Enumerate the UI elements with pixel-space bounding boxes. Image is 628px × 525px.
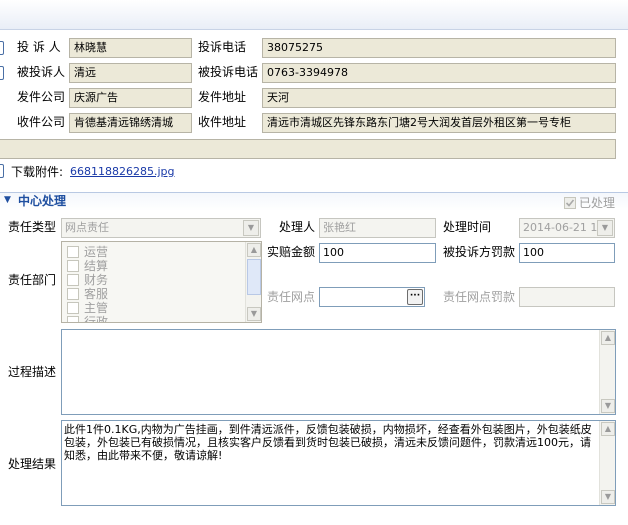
result-scrollbar[interactable]: ▲ ▼ [599,421,615,505]
scroll-up-icon[interactable]: ▲ [247,243,261,257]
complaint-phone-field[interactable]: 38075275 [262,38,616,58]
compensation-label: 实赔金额 [267,245,316,259]
respondent-phone-field[interactable]: 0763-3394978 [262,63,616,83]
handler-field[interactable]: 张艳红 [319,218,436,238]
resp-type-label: 责任类型 [8,220,57,234]
dept-checkbox[interactable] [67,260,79,272]
complaint-phone-label: 投诉电话 [198,40,247,54]
result-text: 此件1件0.1KG,内物为广告挂画，到件清远派件，反馈包装破损，内物损坏，经查看… [64,423,592,462]
remarks-field[interactable] [0,139,616,159]
scroll-down-icon[interactable]: ▼ [247,307,261,321]
point-fine-label: 责任网点罚款 [443,290,516,304]
result-label: 处理结果 [8,457,57,471]
scrollbar-thumb[interactable] [247,259,261,295]
window-header [0,0,628,30]
time-value: 2014-06-21 1 [523,221,598,234]
scroll-up-icon[interactable]: ▲ [601,422,615,436]
dept-label: 责任部门 [8,273,57,287]
handler-label: 处理人 [279,220,316,234]
dept-checkbox[interactable] [67,302,79,314]
dept-item: 行政 [84,315,109,323]
respondent-field[interactable]: 清远 [69,63,192,83]
receiver-company-label: 收件公司 [17,115,66,129]
attachment-link[interactable]: 668118826285.jpg [70,163,175,181]
result-textarea[interactable]: 此件1件0.1KG,内物为广告挂画，到件清远派件，反馈包装破损，内物损坏，经查看… [61,420,616,506]
processed-label: 已处理 [579,196,616,210]
process-desc-scrollbar[interactable]: ▲ ▼ [599,330,615,414]
complainant-field[interactable]: 林晓慧 [69,38,192,58]
resp-type-select[interactable]: 网点责任 ▼ [61,218,261,238]
resp-point-label: 责任网点 [267,290,316,304]
section-header [0,192,628,211]
dept-checkbox[interactable] [67,288,79,300]
time-field[interactable]: 2014-06-21 1 ▼ [519,218,615,238]
scroll-up-icon[interactable]: ▲ [601,331,615,345]
chevron-down-icon[interactable]: ▼ [597,220,613,236]
receiver-address-field[interactable]: 清远市清城区先锋东路东门塘2号大润发首层外租区第一号专柜 [262,113,616,133]
dept-checkbox[interactable] [67,316,79,322]
receiver-address-label: 收件地址 [198,115,247,129]
sender-address-field[interactable]: 天河 [262,88,616,108]
edge-button-3[interactable] [0,164,4,178]
department-list[interactable]: 运营 结算 财务 客服 主管 行政 ▲ ▼ [61,241,262,323]
resp-point-field[interactable]: ··· [319,287,425,307]
sender-company-label: 发件公司 [17,90,66,104]
receiver-company-field[interactable]: 肯德基清远锦绣清城 [69,113,192,133]
complainant-label: 投 诉 人 [17,40,61,54]
collapse-arrow-icon[interactable]: ▼ [4,195,11,205]
section-title: 中心处理 [18,194,67,208]
processed-checkbox[interactable] [564,197,576,209]
resp-type-value: 网点责任 [65,221,109,234]
point-fine-field[interactable] [519,287,615,307]
sender-address-label: 发件地址 [198,90,247,104]
sender-company-field[interactable]: 庆源广告 [69,88,192,108]
scroll-down-icon[interactable]: ▼ [601,490,615,504]
chevron-down-icon[interactable]: ▼ [243,220,259,236]
scroll-down-icon[interactable]: ▼ [601,399,615,413]
edge-button-2[interactable] [0,66,4,80]
compensation-field[interactable]: 100 [319,243,436,263]
process-desc-textarea[interactable]: ▲ ▼ [61,329,616,415]
time-label: 处理时间 [443,220,492,234]
edge-button-1[interactable] [0,41,4,55]
dept-checkbox[interactable] [67,274,79,286]
download-label: 下载附件: [11,165,64,179]
dept-checkbox[interactable] [67,246,79,258]
department-scrollbar[interactable]: ▲ ▼ [245,242,261,322]
fine-field[interactable]: 100 [519,243,615,263]
more-options-icon[interactable]: ··· [407,289,423,305]
checkmark-icon [565,199,575,207]
respondent-phone-label: 被投诉电话 [198,65,259,79]
respondent-label: 被投诉人 [17,65,66,79]
process-desc-label: 过程描述 [8,365,57,379]
fine-label: 被投诉方罚款 [443,245,516,259]
